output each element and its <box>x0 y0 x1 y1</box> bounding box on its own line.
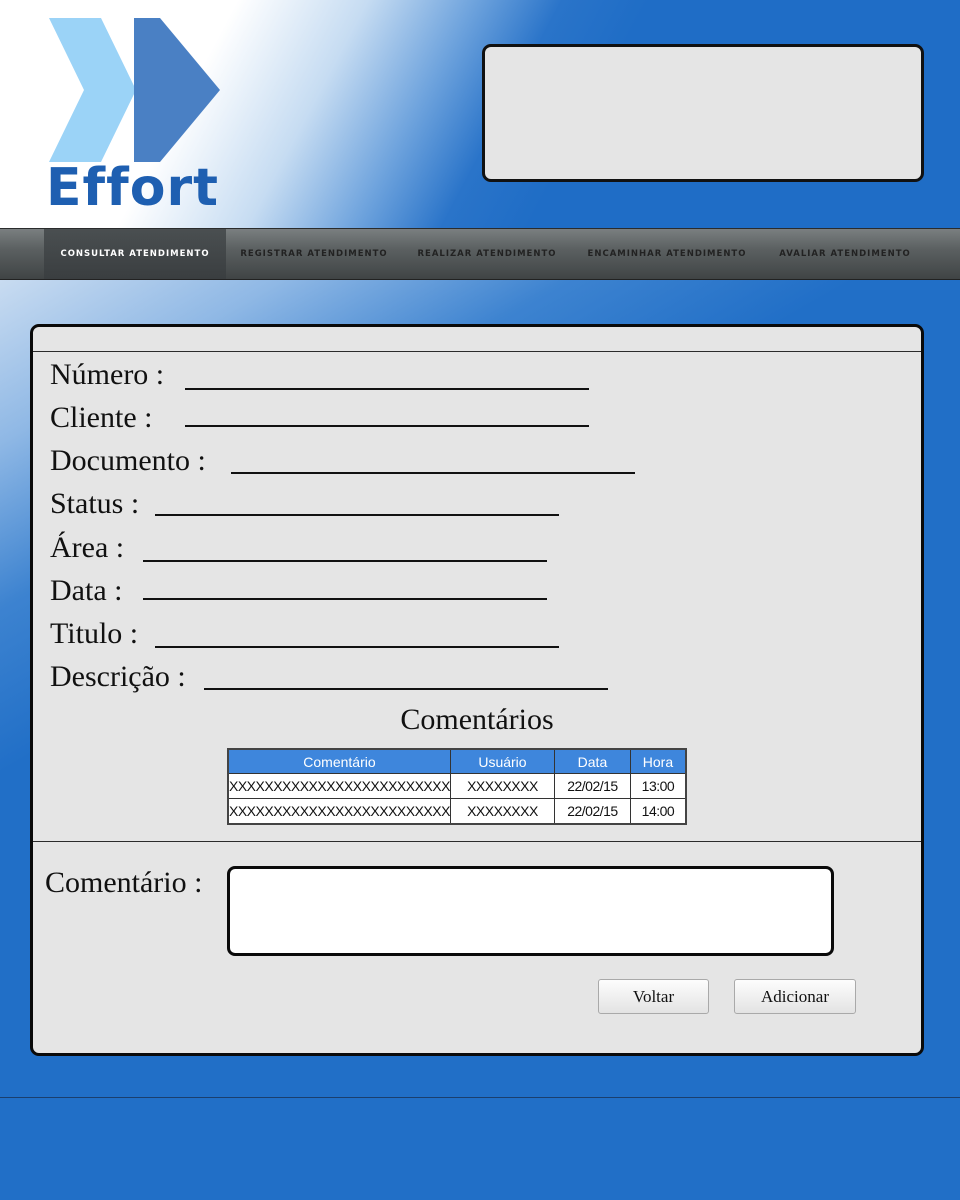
logo-text: Effort <box>46 158 219 218</box>
column-header-data: Data <box>553 748 631 774</box>
panel-divider <box>33 351 921 352</box>
area-value <box>143 560 547 562</box>
back-button[interactable]: Voltar <box>598 979 709 1014</box>
cell-comentario: XXXXXXXXXXXXXXXXXXXXXXXXX <box>227 773 451 799</box>
column-header-hora: Hora <box>629 748 687 774</box>
nav-item-consultar-atendimento[interactable]: CONSULTAR ATENDIMENTO <box>44 229 226 279</box>
cell-comentario: XXXXXXXXXXXXXXXXXXXXXXXXX <box>227 798 451 825</box>
descricao-label: Descrição : <box>50 660 186 693</box>
comments-table: Comentário Usuário Data Hora XXXXXXXXXXX… <box>227 748 687 825</box>
status-value <box>155 514 559 516</box>
titulo-value <box>155 646 559 648</box>
nav-item-avaliar-atendimento[interactable]: AVALIAR ATENDIMENTO <box>772 229 918 279</box>
cliente-value <box>185 425 589 427</box>
cliente-label: Cliente : <box>50 401 153 434</box>
status-label: Status : <box>50 487 140 520</box>
descricao-value <box>204 688 608 690</box>
column-header-usuario: Usuário <box>449 748 555 774</box>
area-label: Área : <box>50 531 125 564</box>
panel-divider <box>33 841 921 842</box>
nav-item-registrar-atendimento[interactable]: REGISTRAR ATENDIMENTO <box>228 229 400 279</box>
nav-item-encaminhar-atendimento[interactable]: ENCAMINHAR ATENDIMENTO <box>582 229 752 279</box>
cell-data: 22/02/15 <box>553 798 631 825</box>
header-info-box <box>482 44 924 182</box>
comment-input[interactable] <box>227 866 834 956</box>
numero-label: Número : <box>50 358 165 391</box>
table-row: XXXXXXXXXXXXXXXXXXXXXXXXX XXXXXXXX 22/02… <box>227 798 687 825</box>
numero-value <box>185 388 589 390</box>
table-row: XXXXXXXXXXXXXXXXXXXXXXXXX XXXXXXXX 22/02… <box>227 773 687 799</box>
column-header-comentario: Comentário <box>227 748 451 774</box>
cell-hora: 13:00 <box>629 773 687 799</box>
main-navigation: CONSULTAR ATENDIMENTO REGISTRAR ATENDIME… <box>0 228 960 280</box>
add-button[interactable]: Adicionar <box>734 979 856 1014</box>
cell-hora: 14:00 <box>629 798 687 825</box>
cell-usuario: XXXXXXXX <box>449 773 555 799</box>
data-value <box>143 598 547 600</box>
footer-divider <box>0 1097 960 1098</box>
table-header-row: Comentário Usuário Data Hora <box>227 748 687 774</box>
cell-data: 22/02/15 <box>553 773 631 799</box>
cell-usuario: XXXXXXXX <box>449 798 555 825</box>
documento-value <box>231 472 635 474</box>
comments-title: Comentários <box>400 703 554 736</box>
attendance-details-panel: Número : Cliente : Documento : Status : … <box>30 324 924 1056</box>
nav-item-realizar-atendimento[interactable]: REALIZAR ATENDIMENTO <box>406 229 568 279</box>
comment-label: Comentário : <box>45 866 203 899</box>
titulo-label: Titulo : <box>50 617 139 650</box>
data-label: Data : <box>50 574 123 607</box>
documento-label: Documento : <box>50 444 206 477</box>
